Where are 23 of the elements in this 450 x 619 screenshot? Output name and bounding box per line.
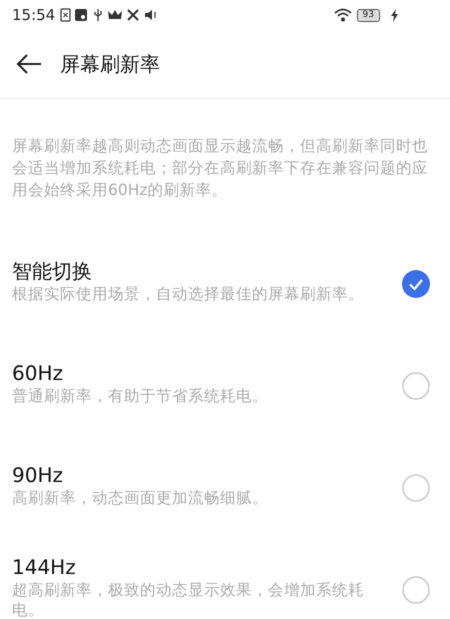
radio-button[interactable] xyxy=(402,474,430,502)
option-title: 90Hz xyxy=(12,462,64,488)
radio-checked-icon[interactable] xyxy=(402,270,430,298)
option-title: 60Hz xyxy=(12,360,64,386)
refresh-rate-option[interactable]: 智能切换 根据实际使用场景，自动选择最佳的屏幕刷新率。 xyxy=(0,247,450,349)
option-title: 智能切换 xyxy=(12,258,93,284)
refresh-rate-option[interactable]: 90Hz 高刷新率，动态画面更加流畅细腻。 xyxy=(0,451,450,553)
option-title: 144Hz xyxy=(12,554,77,580)
refresh-rate-option[interactable]: 144Hz 超高刷新率，极致的动态显示效果，会增加系统耗电。 xyxy=(0,553,450,619)
radio-button[interactable] xyxy=(402,372,430,400)
refresh-rate-option[interactable]: 60Hz 普通刷新率，有助于节省系统耗电。 xyxy=(0,349,450,451)
option-description: 普通刷新率，有助于节省系统耗电。 xyxy=(12,386,269,406)
back-arrow-icon[interactable] xyxy=(16,54,42,74)
battery-indicator: 93 xyxy=(356,8,380,22)
status-time: 15:54 xyxy=(12,6,56,24)
option-description: 高刷新率，动态画面更加流畅细腻。 xyxy=(12,488,269,508)
wifi-icon xyxy=(334,8,352,22)
description-text: 屏幕刷新率越高则动态画面显示越流畅，但高刷新率同时也会适当增加系统耗电；部分在高刷新率下存在兼容问题的应用会始终采用60Hz的刷新率。 xyxy=(11,136,429,201)
radio-button[interactable] xyxy=(402,576,430,604)
page-title: 屏幕刷新率 xyxy=(60,50,160,78)
option-description: 根据实际使用场景，自动选择最佳的屏幕刷新率。 xyxy=(12,284,365,304)
charging-icon xyxy=(391,8,398,22)
option-description: 超高刷新率，极致的动态显示效果，会增加系统耗电。 xyxy=(12,580,365,619)
